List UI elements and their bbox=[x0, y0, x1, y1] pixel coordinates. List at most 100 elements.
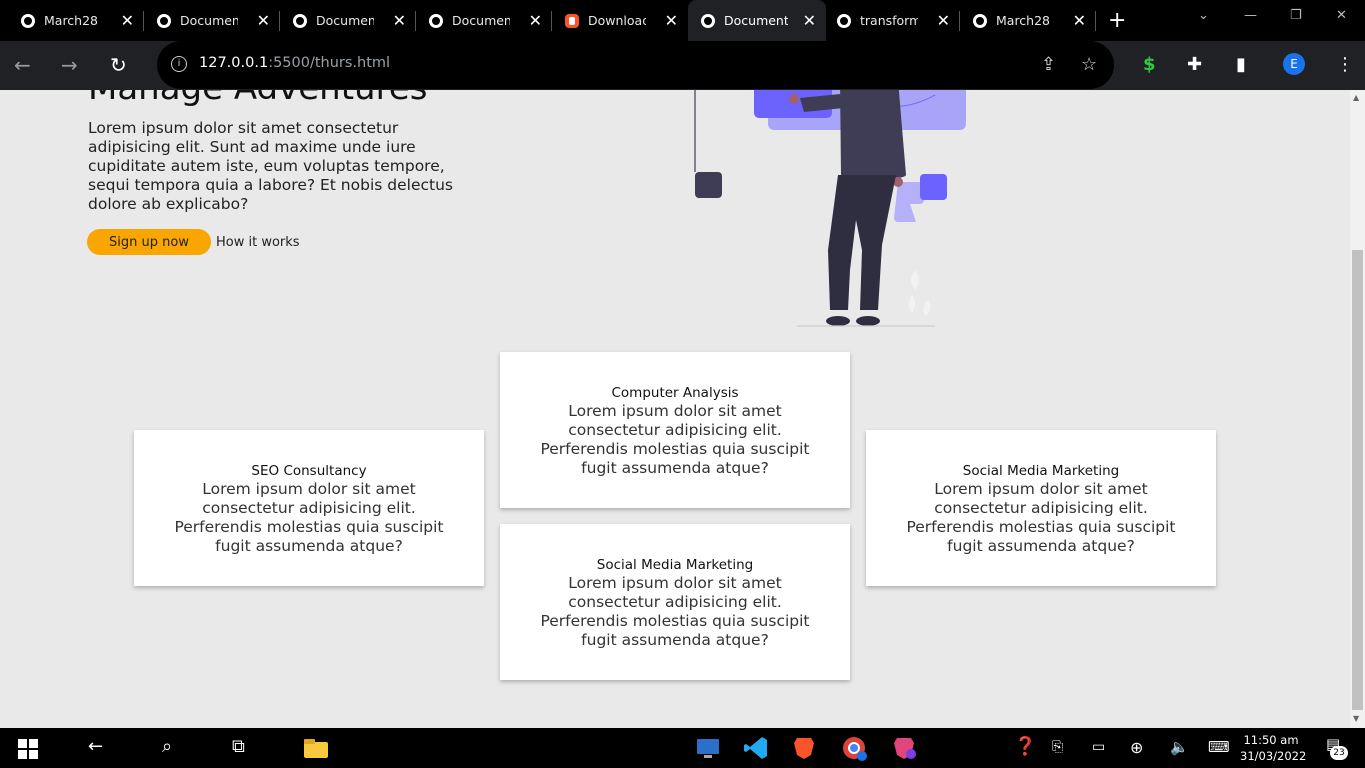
card-text: Lorem ipsum dolor sit amet consectetur a… bbox=[174, 480, 444, 555]
close-icon[interactable]: ✕ bbox=[937, 11, 950, 30]
close-icon[interactable]: ✕ bbox=[803, 11, 816, 30]
tab-separator bbox=[1095, 11, 1096, 31]
tab-title: transform t bbox=[860, 13, 918, 28]
url-path: :5500/thurs.html bbox=[268, 55, 391, 71]
tab-document-active[interactable]: Document ✕ bbox=[688, 0, 826, 41]
globe-icon bbox=[429, 14, 443, 28]
battery-icon[interactable]: ▭ bbox=[1092, 739, 1105, 755]
globe-icon bbox=[837, 14, 851, 28]
back-arrow-icon[interactable]: ← bbox=[14, 53, 31, 77]
card-title: Social Media Marketing bbox=[962, 463, 1120, 479]
tab-title: Download I bbox=[588, 13, 646, 28]
close-icon[interactable]: ✕ bbox=[529, 11, 542, 30]
extension-dollar-icon[interactable]: $ bbox=[1143, 54, 1156, 75]
card-text: Lorem ipsum dolor sit amet consectetur a… bbox=[540, 574, 810, 649]
help-icon[interactable]: ❓ bbox=[1014, 736, 1036, 757]
clock-date: 31/03/2022 bbox=[1240, 749, 1307, 763]
tab-document-1[interactable]: Document ✕ bbox=[136, 0, 280, 41]
illustration-square-dark bbox=[695, 172, 722, 198]
card-title: SEO Consultancy bbox=[251, 463, 367, 479]
windows-taskbar: ← ⌕ ⧉ ❓ ⎘ ▭ ⊕ 🔈 ⌨ 11:50 am 31/03/2022 ▤ … bbox=[0, 728, 1365, 768]
hero-illustration bbox=[694, 90, 966, 327]
globe-icon bbox=[157, 14, 171, 28]
service-card: Social Media Marketing Lorem ipsum dolor… bbox=[866, 430, 1216, 586]
tab-title: Document bbox=[724, 13, 788, 28]
tab-download[interactable]: Download I ✕ bbox=[544, 0, 688, 41]
person-shoe-right bbox=[856, 316, 880, 326]
tab-search-icon[interactable]: ⌄ bbox=[1198, 8, 1209, 23]
system-clock[interactable]: 11:50 am 31/03/2022 bbox=[1240, 732, 1307, 764]
vscode-icon[interactable] bbox=[742, 734, 770, 762]
address-bar[interactable]: i 127.0.0.1:5500/thurs.html ⇪ ☆ bbox=[157, 41, 1114, 89]
tab-strip: March28 ✕ Document ✕ Document ✕ Document… bbox=[0, 0, 1365, 41]
service-card: Computer Analysis Lorem ipsum dolor sit … bbox=[500, 352, 850, 508]
person-hand bbox=[789, 94, 799, 104]
illustration-leaves bbox=[909, 270, 931, 316]
globe-icon bbox=[701, 14, 715, 28]
window-close-icon[interactable]: ✕ bbox=[1336, 8, 1347, 23]
close-icon[interactable]: ✕ bbox=[393, 11, 406, 30]
reload-icon[interactable]: ↻ bbox=[110, 53, 127, 77]
illustration-shape-light bbox=[894, 182, 924, 222]
tab-title: Document bbox=[452, 13, 510, 28]
tab-title: Document bbox=[316, 13, 374, 28]
network-globe-icon[interactable]: ⊕ bbox=[1130, 738, 1143, 757]
page-viewport: Manage Adventures Lorem ipsum dolor sit … bbox=[0, 90, 1350, 728]
how-it-works-link[interactable]: How it works bbox=[216, 235, 300, 250]
person-legs bbox=[828, 175, 896, 310]
minimize-icon[interactable]: — bbox=[1244, 8, 1257, 23]
illustration-square-purple bbox=[920, 174, 947, 200]
restore-icon[interactable]: ❐ bbox=[1290, 8, 1302, 23]
forward-arrow-icon[interactable]: → bbox=[61, 53, 78, 77]
brave-nightly-icon[interactable] bbox=[890, 734, 918, 762]
close-icon[interactable]: ✕ bbox=[1073, 11, 1086, 30]
extensions-puzzle-icon[interactable]: ✚ bbox=[1187, 54, 1202, 75]
card-text: Lorem ipsum dolor sit amet consectetur a… bbox=[906, 480, 1176, 555]
file-explorer-icon[interactable] bbox=[302, 734, 330, 762]
service-card: SEO Consultancy Lorem ipsum dolor sit am… bbox=[134, 430, 484, 586]
tab-title: March28 bbox=[44, 13, 99, 28]
clock-time: 11:50 am bbox=[1243, 733, 1299, 747]
brave-browser-icon[interactable] bbox=[790, 734, 818, 762]
keyboard-icon[interactable]: ⌨ bbox=[1208, 738, 1230, 756]
new-tab-icon[interactable]: + bbox=[1108, 8, 1126, 33]
bookmark-star-icon[interactable]: ☆ bbox=[1081, 54, 1097, 75]
tab-march28[interactable]: March28 ✕ bbox=[0, 0, 144, 41]
task-view-icon[interactable]: ⧉ bbox=[232, 736, 245, 757]
scroll-up-icon[interactable]: ▲ bbox=[1353, 93, 1359, 102]
close-icon[interactable]: ✕ bbox=[121, 11, 134, 30]
close-icon[interactable]: ✕ bbox=[257, 11, 270, 30]
hero-title: Manage Adventures bbox=[88, 90, 427, 108]
globe-icon bbox=[21, 14, 35, 28]
card-text: Lorem ipsum dolor sit amet consectetur a… bbox=[540, 402, 810, 477]
tab-title: Document bbox=[180, 13, 238, 28]
profile-avatar[interactable]: E bbox=[1283, 53, 1305, 75]
tab-document-3[interactable]: Document ✕ bbox=[408, 0, 552, 41]
notification-badge: 23 bbox=[1330, 746, 1348, 760]
menu-kebab-icon[interactable]: ⋮ bbox=[1336, 54, 1354, 75]
windows-start-icon[interactable] bbox=[18, 739, 38, 759]
search-icon[interactable]: ⌕ bbox=[162, 736, 172, 757]
tab-title: March28 bbox=[996, 13, 1051, 28]
info-icon[interactable]: i bbox=[171, 56, 187, 72]
signup-button[interactable]: Sign up now bbox=[87, 229, 211, 255]
share-icon[interactable]: ⇪ bbox=[1041, 54, 1056, 75]
remote-desktop-icon[interactable] bbox=[694, 734, 722, 762]
back-taskbar-icon[interactable]: ← bbox=[88, 736, 103, 757]
meet-icon[interactable]: ⎘ bbox=[1052, 739, 1063, 755]
person-torso bbox=[840, 90, 906, 180]
scroll-down-icon[interactable]: ▼ bbox=[1353, 714, 1359, 723]
tab-document-2[interactable]: Document ✕ bbox=[272, 0, 416, 41]
url-text[interactable]: 127.0.0.1:5500/thurs.html bbox=[199, 55, 390, 71]
card-title: Computer Analysis bbox=[611, 385, 739, 401]
close-icon[interactable]: ✕ bbox=[665, 11, 678, 30]
globe-icon bbox=[293, 14, 307, 28]
volume-icon[interactable]: 🔈 bbox=[1170, 738, 1189, 756]
chrome-icon[interactable] bbox=[840, 734, 868, 762]
side-panel-icon[interactable]: ▮ bbox=[1236, 54, 1246, 75]
globe-icon bbox=[973, 14, 987, 28]
tab-march28-2[interactable]: March28 ✕ bbox=[952, 0, 1096, 41]
scrollbar-thumb[interactable] bbox=[1352, 250, 1363, 710]
tab-transform[interactable]: transform t ✕ bbox=[816, 0, 960, 41]
page-scrollbar[interactable]: ▲ ▼ bbox=[1350, 90, 1365, 728]
